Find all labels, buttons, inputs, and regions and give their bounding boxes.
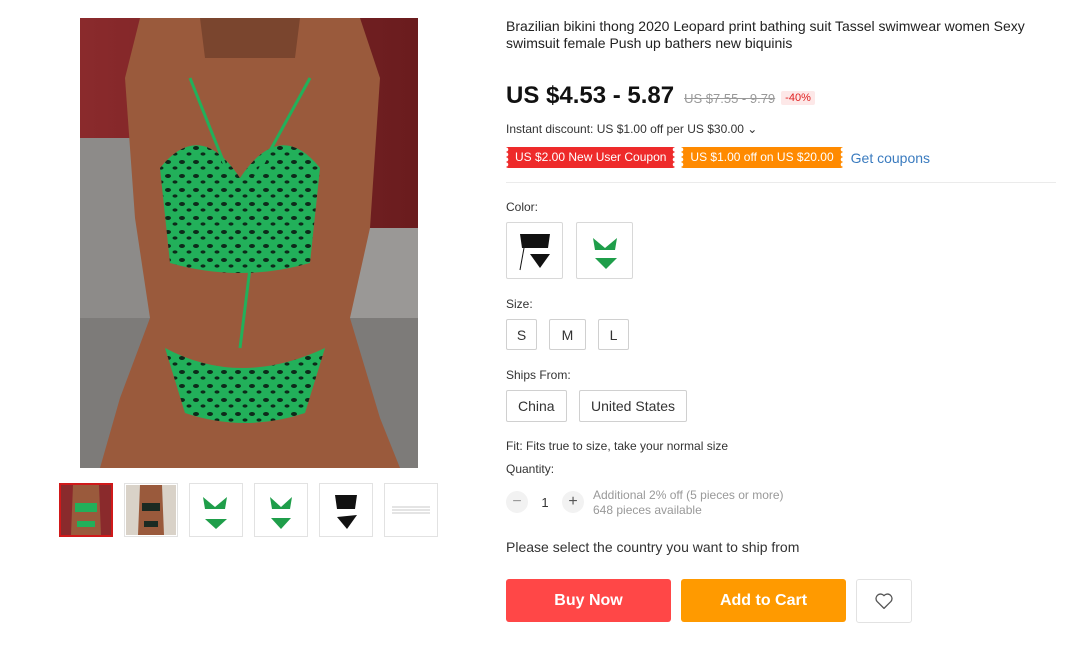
product-title: Brazilian bikini thong 2020 Leopard prin…: [506, 18, 1025, 51]
add-to-cart-button[interactable]: Add to Cart: [681, 579, 846, 622]
get-coupons-link[interactable]: Get coupons: [851, 150, 930, 166]
thumbnail-4[interactable]: [254, 483, 308, 537]
color-label: Color:: [506, 200, 539, 214]
size-option-l[interactable]: L: [598, 319, 629, 350]
price-row: US $4.53 - 5.87 US $7.55 - 9.79 -40%: [506, 82, 815, 110]
size-option-m[interactable]: M: [549, 319, 586, 350]
fit-note: Fit: Fits true to size, take your normal…: [506, 439, 729, 453]
product-info: Brazilian bikini thong 2020 Leopard prin…: [506, 18, 1056, 623]
thumbnail-5[interactable]: [319, 483, 373, 537]
thumbnail-3[interactable]: [189, 483, 243, 537]
ship-country-prompt: Please select the country you want to sh…: [506, 539, 800, 555]
color-swatch-black[interactable]: [506, 222, 563, 279]
divider: [506, 182, 1056, 183]
ships-from-label: Ships From:: [506, 368, 571, 382]
thumbnail-6[interactable]: [384, 483, 438, 537]
size-label: Size:: [506, 297, 533, 311]
stock-available: 648 pieces available: [593, 503, 702, 517]
thumbnail-1[interactable]: [59, 483, 113, 537]
original-price: US $7.55 - 9.79: [684, 91, 776, 106]
quantity-decrease-button[interactable]: −: [506, 491, 528, 513]
quantity-increase-button[interactable]: +: [562, 491, 584, 513]
current-price: US $4.53 - 5.87: [506, 82, 675, 109]
bulk-discount-note: Additional 2% off (5 pieces or more): [593, 488, 784, 502]
store-coupon[interactable]: US $1.00 off on US $20.00: [681, 147, 843, 168]
model-photo: [80, 18, 418, 468]
black-bikini-icon: [519, 233, 550, 270]
ships-from-united-states[interactable]: United States: [579, 390, 688, 422]
quantity-label: Quantity:: [506, 462, 555, 476]
new-user-coupon[interactable]: US $2.00 New User Coupon: [506, 147, 676, 168]
ships-from-china[interactable]: China: [506, 390, 567, 422]
quantity-value[interactable]: 1: [538, 495, 552, 510]
discount-badge: -40%: [781, 91, 815, 105]
thumbnail-2[interactable]: [124, 483, 178, 537]
thumbnail-strip: [59, 483, 438, 537]
green-bikini-icon: [592, 237, 617, 269]
main-product-image[interactable]: [80, 18, 418, 468]
quantity-note: Additional 2% off (5 pieces or more) 648…: [593, 488, 784, 518]
buy-now-button[interactable]: Buy Now: [506, 579, 671, 622]
color-swatch-green[interactable]: [576, 222, 633, 279]
heart-outline-icon: [875, 593, 893, 610]
coupon-row: US $2.00 New User Coupon US $1.00 off on…: [506, 147, 930, 168]
size-option-s[interactable]: S: [506, 319, 537, 350]
instant-discount[interactable]: Instant discount: US $1.00 off per US $3…: [506, 122, 757, 136]
wishlist-button[interactable]: [856, 579, 912, 623]
